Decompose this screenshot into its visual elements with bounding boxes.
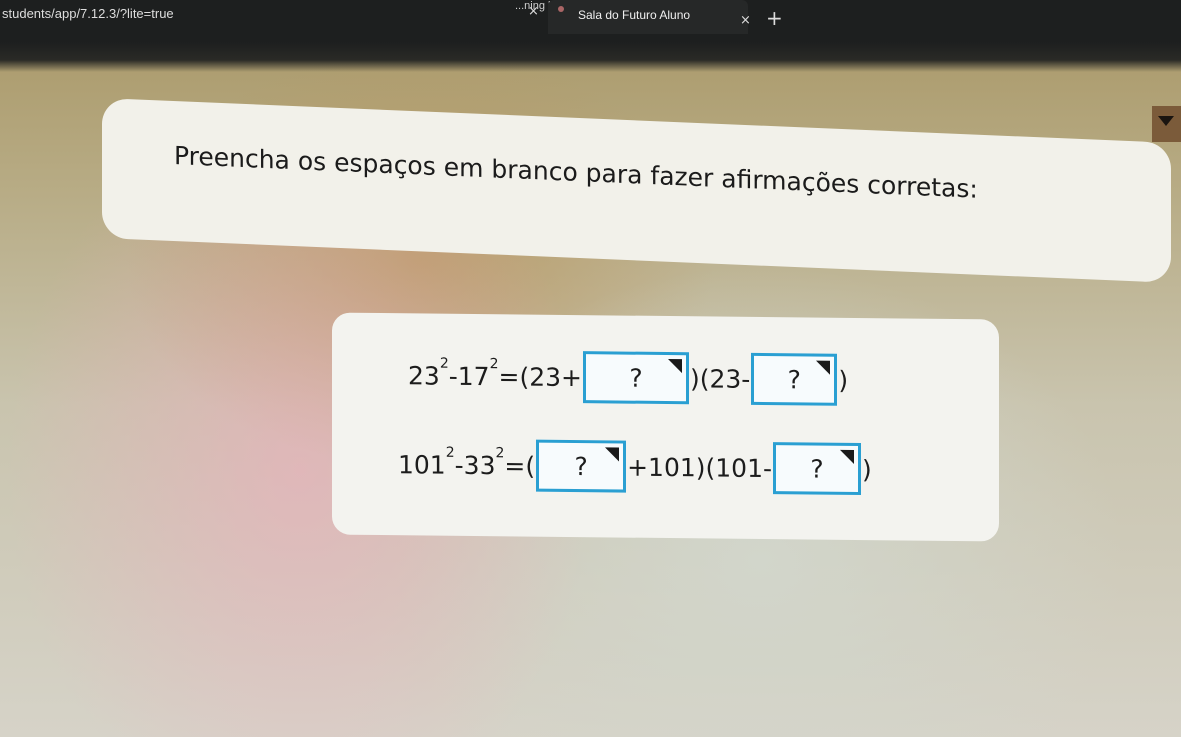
blank-placeholder: ?	[629, 363, 643, 393]
new-tab-button[interactable]: +	[766, 8, 783, 28]
eq1-blank-2[interactable]: ?	[751, 352, 838, 406]
eq1-exp2: 2	[489, 356, 499, 373]
blank-placeholder: ?	[574, 451, 588, 481]
eq2-text-a: =(	[504, 450, 536, 481]
tab-previous-close-icon[interactable]: ×	[528, 4, 539, 19]
eq1-text-a: =(23+	[498, 361, 582, 392]
bookmark-icon[interactable]	[1152, 106, 1181, 142]
blank-placeholder: ?	[787, 364, 801, 394]
eq1-minus-base2: -17	[448, 361, 490, 391]
equation-row-2: 101 2 -33 2 =( ? +101)(101- ? )	[398, 438, 872, 496]
eq2-exp2: 2	[495, 445, 505, 462]
eq1-text-c: )	[838, 365, 849, 395]
dropdown-corner-icon	[667, 359, 682, 374]
eq2-blank-1[interactable]: ?	[536, 439, 627, 493]
address-bar[interactable]: students/app/7.12.3/?lite=true	[2, 6, 174, 21]
dropdown-corner-icon	[840, 449, 855, 464]
dropdown-corner-icon	[605, 447, 620, 462]
equation-card: 23 2 -17 2 =(23+ ? )(23- ? ) 101 2 -33 2 =( ? +1…	[332, 312, 999, 542]
instruction-text: Preencha os espaços em branco para fazer…	[174, 141, 978, 204]
eq2-text-c: )	[862, 454, 872, 484]
tab-favicon-icon	[558, 6, 564, 12]
eq2-minus-base2: -33	[454, 450, 496, 480]
eq2-blank-2[interactable]: ?	[773, 442, 862, 496]
equation-row-1: 23 2 -17 2 =(23+ ? )(23- ? )	[408, 349, 848, 406]
dropdown-corner-icon	[816, 360, 831, 375]
browser-bar: students/app/7.12.3/?lite=true ...ning l…	[0, 0, 1181, 42]
eq1-text-b: )(23-	[689, 363, 751, 394]
instruction-card: Preencha os espaços em branco para fazer…	[102, 98, 1171, 283]
eq2-base1: 101	[398, 449, 446, 480]
tab-active-title[interactable]: Sala do Futuro Aluno	[578, 8, 690, 22]
eq1-blank-1[interactable]: ?	[582, 351, 689, 405]
eq1-exp1: 2	[439, 355, 449, 372]
eq2-exp1: 2	[445, 444, 455, 461]
toolbar-band	[0, 42, 1181, 72]
blank-placeholder: ?	[810, 454, 824, 484]
eq1-base1: 23	[408, 360, 440, 391]
tab-close-icon[interactable]: ×	[740, 13, 751, 28]
eq2-text-b: +101)(101-	[627, 452, 773, 483]
